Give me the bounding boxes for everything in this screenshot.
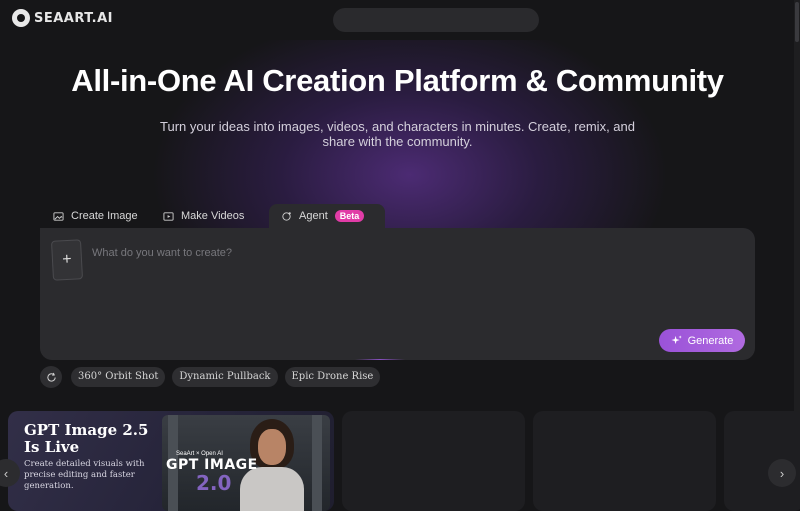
chevron-right-icon: › <box>779 465 785 481</box>
featured-title: GPT Image 2.5 Is Live <box>24 421 149 456</box>
image-icon <box>53 211 64 221</box>
refresh-icon <box>46 372 56 382</box>
agent-icon <box>282 211 291 221</box>
logo-text: SEAART.AI <box>34 10 114 26</box>
carousel-card[interactable] <box>342 411 525 511</box>
tab-create-image[interactable]: Create Image <box>41 204 151 228</box>
suggestion-chips: 360° Orbit Shot Dynamic Pullback Epic Dr… <box>71 367 381 387</box>
sparkle-icon <box>671 335 682 345</box>
creation-tabs: Create Image Make Videos Agent Beta <box>41 204 385 228</box>
prompt-input[interactable] <box>90 242 694 264</box>
image-number-text: 2.0 <box>196 471 232 495</box>
scrollbar-thumb[interactable] <box>795 2 799 42</box>
featured-card[interactable]: GPT Image 2.5 Is Live Create detailed vi… <box>8 411 334 511</box>
logo-icon <box>12 9 30 27</box>
suggestion-chip[interactable]: Dynamic Pullback <box>172 367 278 387</box>
carousel-next-button[interactable]: › <box>768 459 796 487</box>
suggestion-chip[interactable]: 360° Orbit Shot <box>71 367 166 387</box>
site-logo[interactable]: SEAART.AI <box>12 9 113 27</box>
carousel-card[interactable] <box>533 411 716 511</box>
tab-label: Make Videos <box>181 210 245 222</box>
beta-badge: Beta <box>334 210 365 222</box>
page-title: All-in-One AI Creation Platform & Commun… <box>71 63 724 98</box>
panel-glow-line <box>355 359 405 360</box>
generate-label: Generate <box>687 334 734 347</box>
tab-agent[interactable]: Agent Beta <box>269 204 385 228</box>
add-reference-button[interactable]: + <box>50 239 84 281</box>
video-icon <box>163 211 174 221</box>
generate-button[interactable]: Generate <box>659 329 745 352</box>
chevron-left-icon: ‹ <box>3 465 9 481</box>
page-subtitle: Turn your ideas into images, videos, and… <box>160 119 635 149</box>
featured-description: Create detailed visuals with precise edi… <box>24 459 145 491</box>
suggestion-chip[interactable]: Epic Drone Rise <box>284 367 381 387</box>
tab-make-videos[interactable]: Make Videos <box>151 204 269 228</box>
refresh-suggestions-button[interactable] <box>40 366 62 388</box>
search-bar[interactable] <box>333 8 539 32</box>
prompt-panel: + Generate <box>40 228 755 360</box>
featured-image: SeaArt × Open AI GPT IMAGE 2.0 <box>162 415 330 511</box>
tab-label: Create Image <box>71 210 138 222</box>
tab-label: Agent <box>299 210 328 222</box>
